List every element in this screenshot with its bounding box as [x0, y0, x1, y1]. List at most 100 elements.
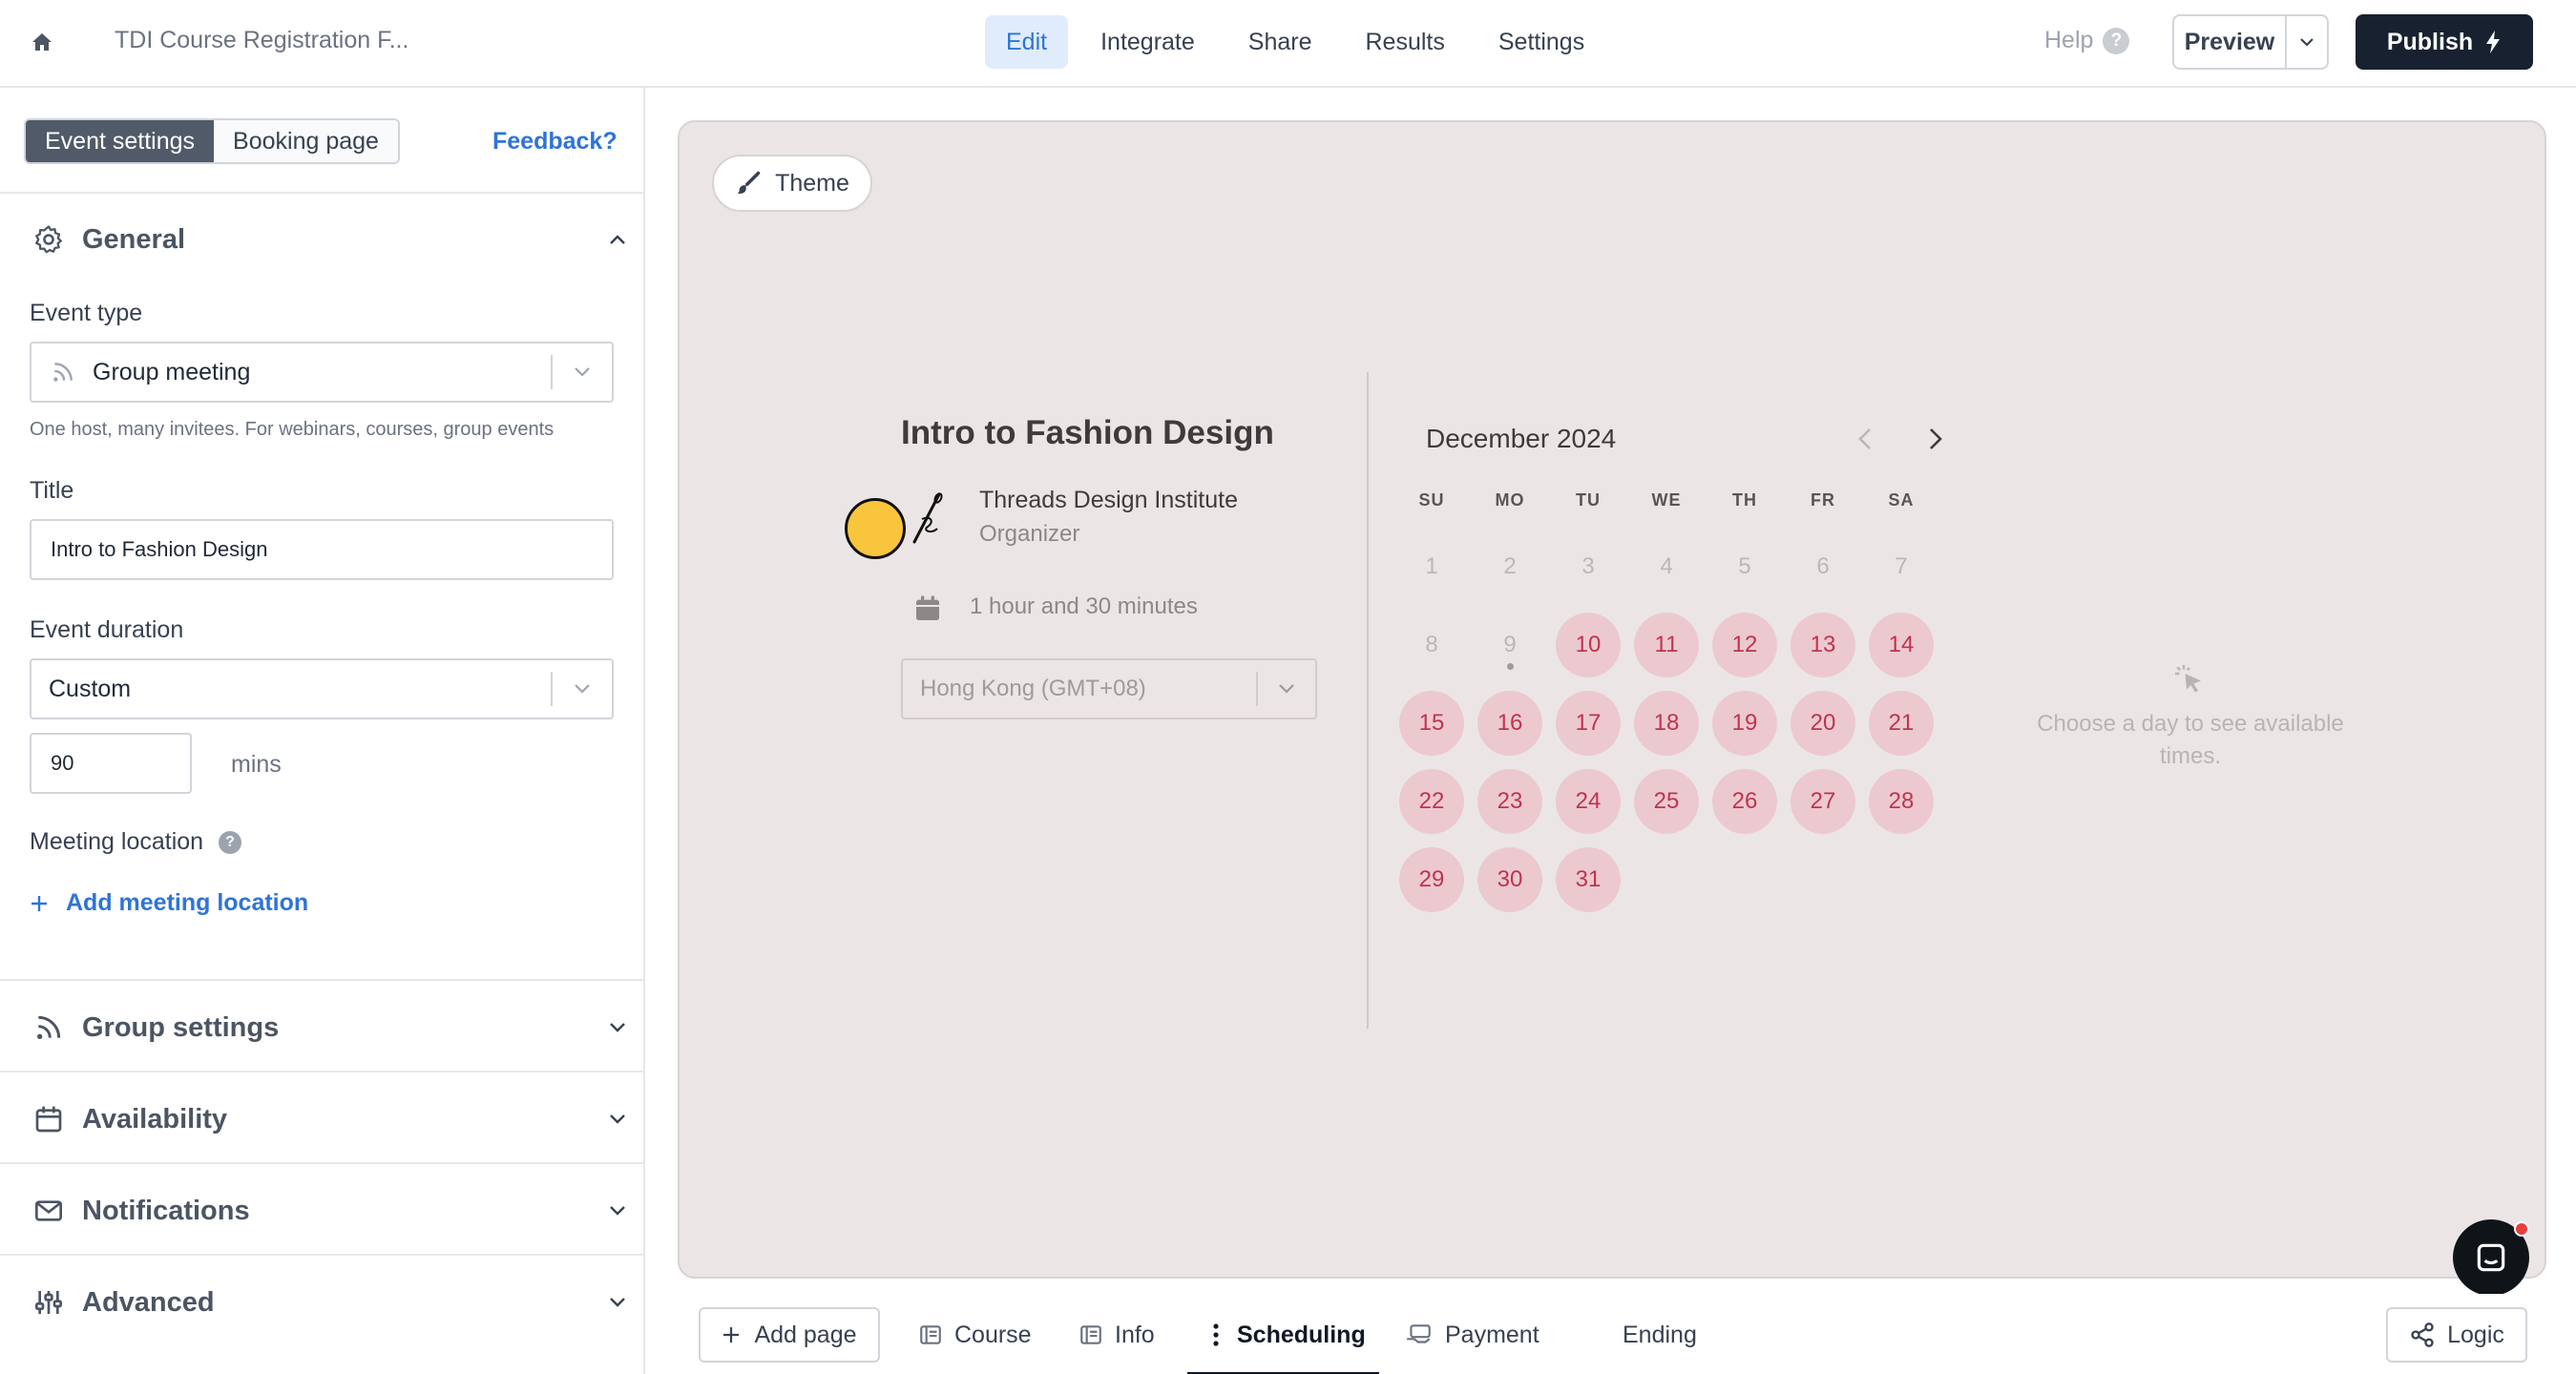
sliders-icon [31, 1284, 67, 1321]
calendar-day-unavailable: 3 [1556, 534, 1621, 599]
calendar-day-available[interactable]: 11 [1634, 613, 1699, 677]
section-advanced-header[interactable]: Advanced [31, 1279, 632, 1326]
page-tab-course[interactable]: Course [918, 1307, 1032, 1363]
calendar-day-available[interactable]: 22 [1399, 769, 1464, 834]
calendar-day-available[interactable]: 15 [1399, 691, 1464, 756]
calendar-day-available[interactable]: 24 [1556, 769, 1621, 834]
calendar-day-available[interactable]: 16 [1477, 691, 1542, 756]
calendar-day-available[interactable]: 14 [1869, 613, 1934, 677]
calendar-day-available[interactable]: 13 [1791, 613, 1855, 677]
divider [0, 192, 645, 194]
calendar-day-number: 28 [1888, 788, 1915, 814]
section-advanced-title: Advanced [82, 1286, 215, 1318]
nav-results[interactable]: Results [1345, 15, 1466, 69]
calendar-day-available[interactable]: 17 [1556, 691, 1621, 756]
help-icon: ? [2103, 27, 2130, 54]
chevron-down-icon [603, 1013, 632, 1042]
calendar-day-number: 26 [1731, 788, 1758, 814]
event-type-select[interactable]: Group meeting [30, 342, 614, 403]
logic-button[interactable]: Logic [2386, 1307, 2527, 1363]
section-group-settings-header[interactable]: Group settings [31, 1004, 632, 1051]
event-type-label: Event type [30, 300, 143, 326]
main-nav: Edit Integrate Share Results Settings [985, 15, 1605, 69]
page-tab-course-label: Course [954, 1321, 1032, 1348]
timezone-select[interactable]: Hong Kong (GMT+08) [901, 658, 1317, 719]
calendar-day-available[interactable]: 31 [1556, 847, 1621, 912]
help-icon[interactable]: ? [219, 831, 242, 855]
calendar-day-number: 6 [1816, 553, 1830, 579]
form-title[interactable]: TDI Course Registration F... [115, 27, 408, 54]
duration-label: Event duration [30, 616, 184, 643]
add-page-button[interactable]: Add page [699, 1307, 880, 1363]
theme-label: Theme [775, 169, 849, 197]
event-type-value: Group meeting [93, 358, 251, 385]
calendar-day-available[interactable]: 10 [1556, 613, 1621, 677]
next-month-button[interactable] [1916, 420, 1955, 458]
chevron-right-icon [1930, 428, 1942, 449]
tab-booking-page[interactable]: Booking page [214, 120, 398, 162]
calendar-day-number: 4 [1660, 553, 1673, 579]
tab-event-settings[interactable]: Event settings [26, 120, 215, 162]
calendar-day-available[interactable]: 27 [1791, 769, 1855, 834]
weekday-header: SU [1418, 490, 1445, 510]
help-button[interactable]: Help ? [2044, 27, 2130, 54]
calendar-day-number: 18 [1653, 710, 1680, 736]
preview-dropdown[interactable] [2287, 16, 2327, 68]
duration-minutes-input[interactable]: 90 [30, 733, 192, 794]
title-input[interactable]: Intro to Fashion Design [30, 519, 614, 580]
page-tab-ending[interactable]: Ending [1623, 1307, 1697, 1363]
duration-select[interactable]: Custom [30, 658, 614, 719]
calendar-month: December 2024 [1426, 424, 1617, 453]
weekday-header: MO [1495, 490, 1525, 510]
section-general-title: General [82, 223, 185, 255]
calendar-day-number: 2 [1503, 553, 1517, 579]
calendar-day-available[interactable]: 20 [1791, 691, 1855, 756]
chevron-down-icon [1258, 683, 1315, 695]
nav-edit[interactable]: Edit [985, 15, 1069, 69]
nav-settings[interactable]: Settings [1477, 15, 1605, 69]
publish-button[interactable]: Publish [2356, 14, 2533, 70]
weekday-header: TH [1732, 490, 1757, 510]
calendar-day-available[interactable]: 29 [1399, 847, 1464, 912]
section-general-header[interactable]: General [31, 216, 632, 263]
calendar-day-number: 7 [1895, 553, 1908, 579]
calendar-day-available[interactable]: 28 [1869, 769, 1934, 834]
calendar-day-available[interactable]: 19 [1712, 691, 1777, 756]
calendar-day-available[interactable]: 26 [1712, 769, 1777, 834]
add-meeting-location-button[interactable]: Add meeting location [30, 889, 308, 917]
calendar-day-number: 19 [1731, 710, 1758, 736]
publish-label: Publish [2386, 28, 2474, 55]
page-tab-info[interactable]: Info [1079, 1307, 1155, 1363]
calendar-day-unavailable: 1 [1399, 534, 1464, 599]
calendar-day-available[interactable]: 30 [1477, 847, 1542, 912]
calendar-day-number: 23 [1497, 788, 1523, 814]
section-availability-header[interactable]: Availability [31, 1095, 632, 1143]
calendar-day-available[interactable]: 12 [1712, 613, 1777, 677]
calendar-day-available[interactable]: 18 [1634, 691, 1699, 756]
chevron-down-icon [553, 366, 612, 378]
nav-integrate[interactable]: Integrate [1079, 15, 1216, 69]
preview-button[interactable]: Preview [2174, 16, 2287, 68]
previous-month-button[interactable] [1846, 420, 1884, 458]
section-notifications-header[interactable]: Notifications [31, 1187, 632, 1235]
nav-share[interactable]: Share [1227, 15, 1333, 69]
theme-button[interactable]: Theme [712, 155, 872, 212]
organizer-avatar [845, 498, 906, 559]
page-tab-scheduling[interactable]: Scheduling [1187, 1307, 1379, 1374]
calendar-day-available[interactable]: 23 [1477, 769, 1542, 834]
calendar-day-available[interactable]: 25 [1634, 769, 1699, 834]
page-tabs-bar: Add page Course Info Scheduling Payment … [647, 1294, 2576, 1374]
calendar-day-unavailable: 4 [1634, 534, 1699, 599]
title-label: Title [30, 477, 74, 504]
event-type-hint: One host, many invitees. For webinars, c… [30, 419, 555, 440]
page-tab-payment[interactable]: Payment [1405, 1307, 1539, 1363]
calendar-day-unavailable: 7 [1869, 534, 1934, 599]
feedback-link[interactable]: Feedback? [492, 128, 618, 156]
calendar-day-available[interactable]: 21 [1869, 691, 1934, 756]
group-icon [31, 1010, 67, 1046]
home-icon[interactable] [23, 23, 61, 61]
choose-day-message: Choose a day to see available times. [2037, 711, 2344, 769]
section-group-settings-title: Group settings [82, 1011, 280, 1043]
calendar-day-unavailable: 2 [1477, 534, 1542, 599]
notification-dot [2514, 1221, 2529, 1237]
